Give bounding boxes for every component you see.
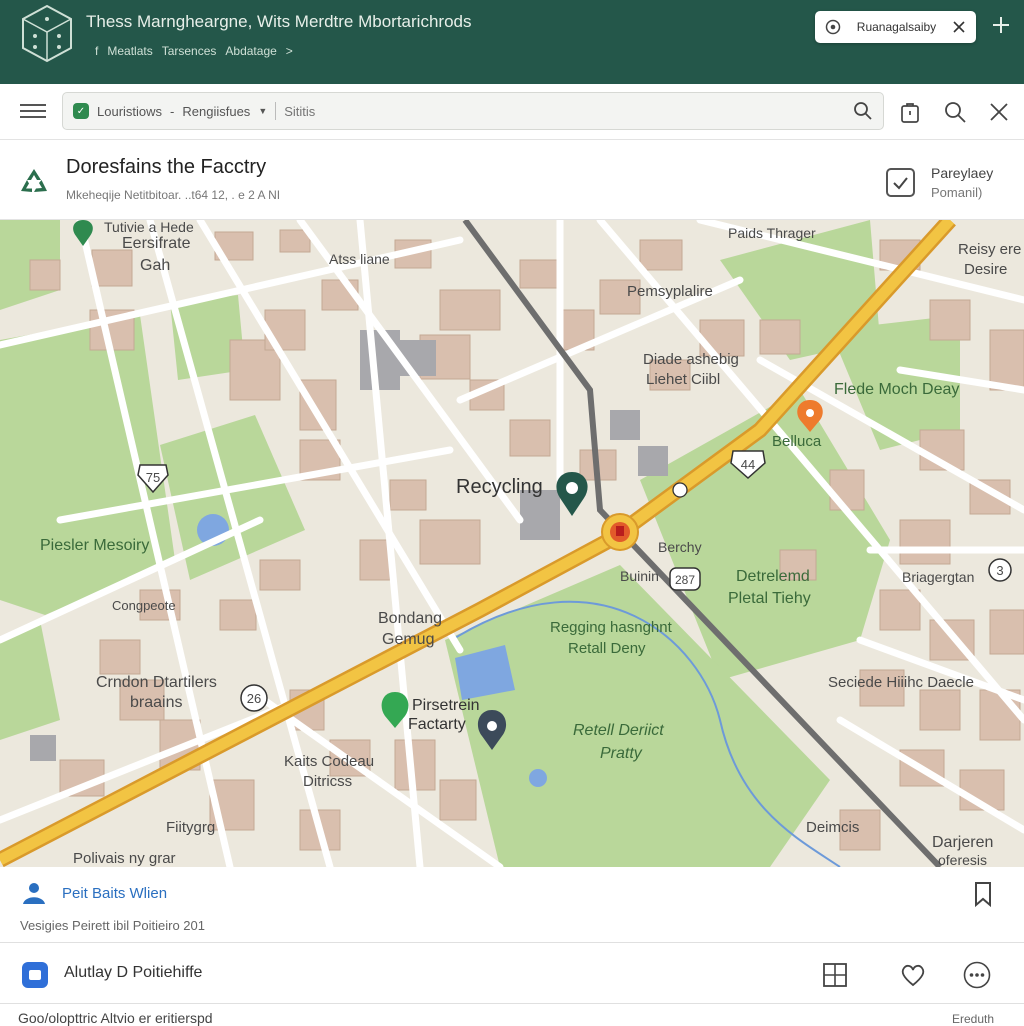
map-label: oferesis [938,852,987,867]
map-label: Liehet Ciibl [646,371,720,388]
recycle-icon [21,169,47,192]
map-label: Crndon Dtartilers [96,674,217,691]
map-label: Belluca [772,433,822,450]
save-label-line2: Pomanil) [931,185,983,200]
map-label: Tutivie a Hede [104,220,194,235]
map-canvas[interactable]: 75 44 26 287 3 Tutivie a Hede Eersifrate… [0,220,1024,867]
menu-item-abdatage[interactable]: Abdatage [225,44,276,58]
map-label: Congpeote [112,598,176,613]
app-header: Thess Marngheargne, Wits Merdtre Mbortar… [0,0,1024,84]
map-label: Briagergtan [902,569,974,585]
map-label: Ditricss [303,773,352,790]
map-label: Factarty [408,716,466,733]
map-label: Pletal Tiehy [728,590,811,607]
menu-item-meatlats[interactable]: Meatlats [107,44,152,58]
map-label: Pirsetrein [412,697,480,714]
heart-icon[interactable] [900,962,926,988]
map-label: Pratty [600,745,643,762]
map-label: Flede Moch Deay [834,381,959,398]
map-label: Piesler Mesoiry [40,537,149,554]
map-label: Diade ashebig [643,351,739,368]
search-icon[interactable] [943,100,967,124]
map-label: braains [130,694,182,711]
check-icon [893,177,908,190]
map-label: Paids Thrager [728,225,816,241]
map-label: Atss liane [329,251,390,267]
map-view[interactable]: 75 44 26 287 3 Tutivie a Hede Eersifrate… [0,220,1024,867]
map-label: Darjeren [932,834,993,851]
menu-item-tarsences[interactable]: Tarsences [162,44,217,58]
plus-icon[interactable] [988,12,1014,38]
map-label: Fiitygrg [166,819,215,836]
route-shield-287[interactable]: 287 [669,567,701,591]
map-label: Reisy ere [958,241,1021,258]
bag-icon[interactable] [898,100,922,124]
search-separator: - [170,103,175,119]
search-category[interactable]: Louristiows [97,104,162,119]
map-label: Buinin [620,568,659,584]
place-panel [0,141,1024,220]
map-label: Bondang [378,610,442,627]
recycling-pin-icon[interactable] [556,472,588,516]
save-checkbox[interactable] [886,168,915,197]
map-label: Gah [140,257,170,274]
bookmark-icon[interactable] [972,880,994,908]
save-label-line1: Pareylaey [931,165,994,181]
map-label: Gemug [382,631,434,648]
map-label: Pemsyplalire [627,283,713,300]
result-subtitle: Vesigies Peirett ibil Poitieiro 201 [20,918,205,933]
divider [275,102,277,120]
map-label: Detrelemd [736,568,810,585]
shield-check-icon: ✓ [73,103,89,119]
person-icon [23,883,45,904]
map-pin-green-icon[interactable] [73,220,93,246]
map-label: Retell Deriict [573,722,664,739]
app-logo-icon[interactable] [18,3,76,65]
map-label: Eersifrate [122,235,191,252]
map-label: Berchy [658,539,702,555]
search-icon[interactable] [853,101,873,121]
action-row-title[interactable]: Alutlay D Poitiehiffe [64,964,202,982]
map-label: Regging hasnghnt [550,619,673,636]
close-icon[interactable] [952,20,966,34]
map-label: Seciede Hiiihc Daecle [828,674,974,691]
close-icon[interactable] [987,100,1011,124]
route-shield-label: 26 [247,691,261,706]
search-bar[interactable]: ✓ Louristiows - Rengiisfues ▼ [62,92,884,130]
place-address: Mkeheqije Netitbitoar. ..t64 12, . e 2 A… [66,188,281,202]
app-icon [22,962,48,988]
more-options-icon[interactable] [963,961,991,989]
selected-location-icon[interactable] [601,513,639,551]
save-label: Pareylaey Pomanil) [931,163,993,203]
compass-icon [825,19,841,35]
tab-label: Ruanagalsaiby [856,20,937,34]
route-shield-label: 44 [741,457,755,472]
chevron-right-icon[interactable]: > [286,44,293,58]
chevron-down-icon[interactable]: ▼ [258,106,267,116]
map-label: Deimcis [806,819,859,836]
route-shield-label: 287 [675,573,695,587]
header-menu: f Meatlats Tarsences Abdatage > [95,44,293,58]
map-label: Kaits Codeau [284,753,374,770]
route-shield-26[interactable]: 26 [240,684,268,712]
grid-icon[interactable] [822,962,848,988]
toolbar: ✓ Louristiows - Rengiisfues ▼ [0,84,1024,140]
menu-item[interactable]: f [95,44,98,58]
open-tab[interactable]: Ruanagalsaiby [815,11,976,43]
search-filter[interactable]: Rengiisfues [182,104,250,119]
search-input[interactable] [284,103,845,119]
app-title: Thess Marngheargne, Wits Merdtre Mbortar… [86,12,472,31]
recycling-label: Recycling [456,476,543,498]
route-shield-3[interactable]: 3 [988,558,1012,582]
menu-icon[interactable] [20,100,46,122]
small-marker-icon[interactable] [672,482,688,498]
map-label: Polivais ny grar [73,850,176,867]
map-label: Desire [964,261,1007,278]
result-title-link[interactable]: Peit Baits Wlien [62,885,167,902]
place-title: Doresfains the Facctry [66,156,267,178]
map-label: Retall Deny [568,640,646,657]
route-shield-label: 3 [996,563,1003,578]
route-shield-label: 75 [146,470,160,485]
